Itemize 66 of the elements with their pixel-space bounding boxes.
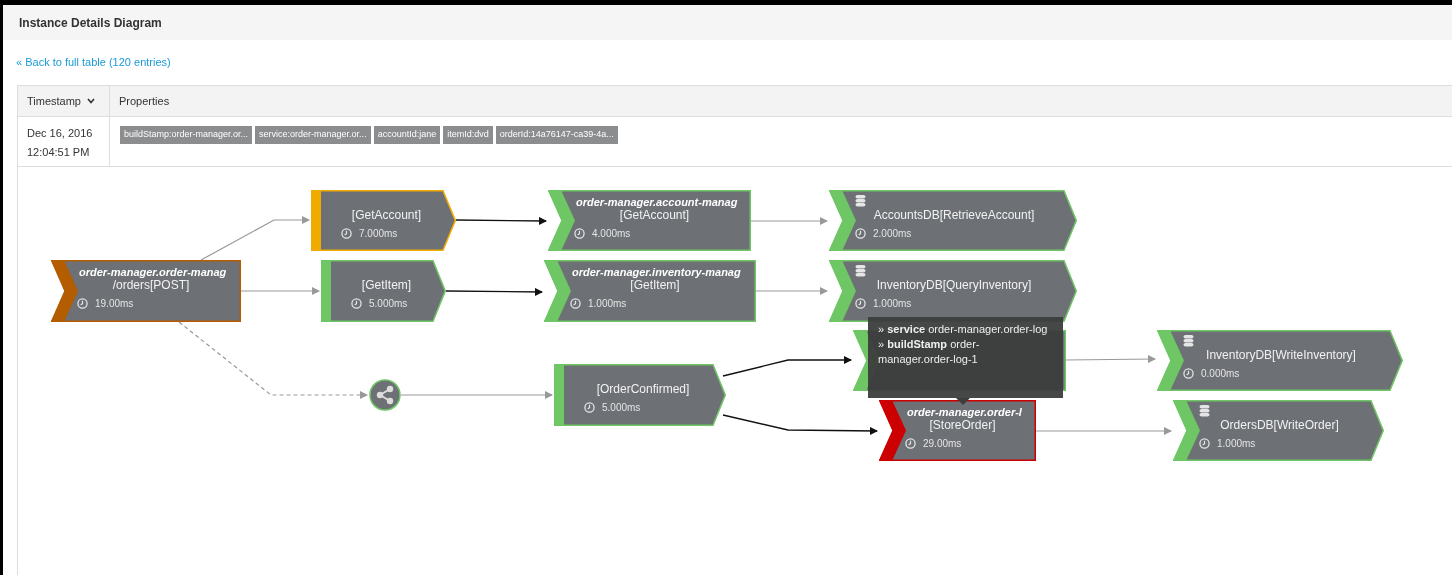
service-node[interactable]: [GetItem] 5.000ms: [321, 260, 446, 322]
clock-icon: [574, 228, 585, 239]
service-node[interactable]: InventoryDB[WriteInventory] 0.000ms: [1157, 330, 1403, 391]
column-header[interactable]: Timestamp: [18, 86, 110, 116]
duration-text: 4.000ms: [592, 227, 631, 241]
duration-text: 29.00ms: [923, 437, 962, 451]
service-node[interactable]: order-manager.inventory-manag [GetItem] 1.000ms: [544, 260, 756, 322]
duration-text: 2.000ms: [873, 227, 912, 241]
node-label: InventoryDB[WriteInventory]: [1206, 348, 1356, 362]
node-label: [GetItem]: [361, 278, 412, 292]
duration-text: 7.000ms: [359, 227, 398, 241]
clock-icon: [584, 402, 595, 413]
property-tag: orderId:14a76147-ca39-4a...: [495, 126, 618, 144]
duration-text: 1.000ms: [873, 297, 912, 311]
service-node[interactable]: order-manager.order-l [StoreOrder] 29.00ms: [879, 400, 1036, 461]
service-node[interactable]: order-manager.order-manag /orders[POST] 19.00ms: [51, 260, 241, 322]
node-title: order-manager.order-l: [907, 406, 1022, 419]
column-header[interactable]: Properties: [110, 86, 1452, 116]
clock-icon: [351, 298, 362, 309]
node-title: order-manager.account-manag: [576, 196, 738, 209]
property-tag: buildStamp:order-manager.or...: [120, 126, 253, 144]
share-icon[interactable]: [369, 379, 401, 411]
database-icon: [1183, 334, 1194, 348]
property-tag: service:order-manager.or...: [255, 126, 371, 144]
clock-icon: [77, 298, 88, 309]
clock-icon: [1183, 368, 1194, 379]
timestamp-text: 12:04:51 PM: [27, 145, 91, 160]
clock-icon: [905, 438, 916, 449]
node-label: [OrderConfirmed]: [596, 382, 690, 396]
panel-title: Instance Details Diagram: [19, 14, 162, 32]
node-label: /orders[POST]: [112, 278, 190, 292]
node-label: [GetAccount]: [619, 208, 690, 222]
clock-icon: [855, 228, 866, 239]
service-node[interactable]: order-manager.account-manag [GetAccount] 4.000ms: [548, 190, 751, 251]
node-label: [GetAccount]: [351, 208, 422, 222]
node-title: order-manager.order-manag: [79, 266, 227, 279]
node-label: InventoryDB[QueryInventory]: [876, 278, 1032, 292]
service-node[interactable]: OrdersDB[WriteOrder] 1.000ms: [1173, 400, 1384, 461]
clock-icon: [570, 298, 581, 309]
database-icon: [855, 264, 866, 278]
node-title: order-manager.inventory-manag: [572, 266, 741, 279]
node-label: AccountsDB[RetrieveAccount]: [873, 208, 1035, 222]
property-tag: itemId:dvd: [443, 126, 493, 144]
database-icon: [1199, 404, 1210, 418]
duration-text: 19.00ms: [95, 297, 134, 311]
duration-text: 0.000ms: [1201, 367, 1240, 381]
clock-icon: [855, 298, 866, 309]
node-label: [GetItem]: [630, 278, 680, 292]
back-link[interactable]: « Back to full table (120 entries): [16, 54, 171, 71]
tooltip-text: » buildStamp order-manager.order-log-1: [878, 337, 981, 367]
duration-text: 5.000ms: [602, 401, 641, 415]
database-icon: [855, 194, 866, 208]
duration-text: 1.000ms: [1217, 437, 1256, 451]
clock-icon: [1199, 438, 1210, 449]
timestamp-text: Dec 16, 2016: [27, 126, 94, 141]
node-label: [StoreOrder]: [929, 418, 996, 432]
tooltip-text: » service order-manager.order-log: [878, 322, 1049, 337]
duration-text: 1.000ms: [588, 297, 627, 311]
service-node[interactable]: [GetAccount] 7.000ms: [311, 190, 456, 251]
node-label: OrdersDB[WriteOrder]: [1220, 418, 1339, 432]
service-node[interactable]: InventoryDB[QueryInventory] 1.000ms: [829, 260, 1077, 322]
property-tag: accountId:jane: [373, 126, 441, 144]
duration-text: 5.000ms: [369, 297, 408, 311]
service-node[interactable]: AccountsDB[RetrieveAccount] 2.000ms: [829, 190, 1077, 251]
service-node[interactable]: [OrderConfirmed] 5.000ms: [554, 364, 726, 426]
clock-icon: [341, 228, 352, 239]
